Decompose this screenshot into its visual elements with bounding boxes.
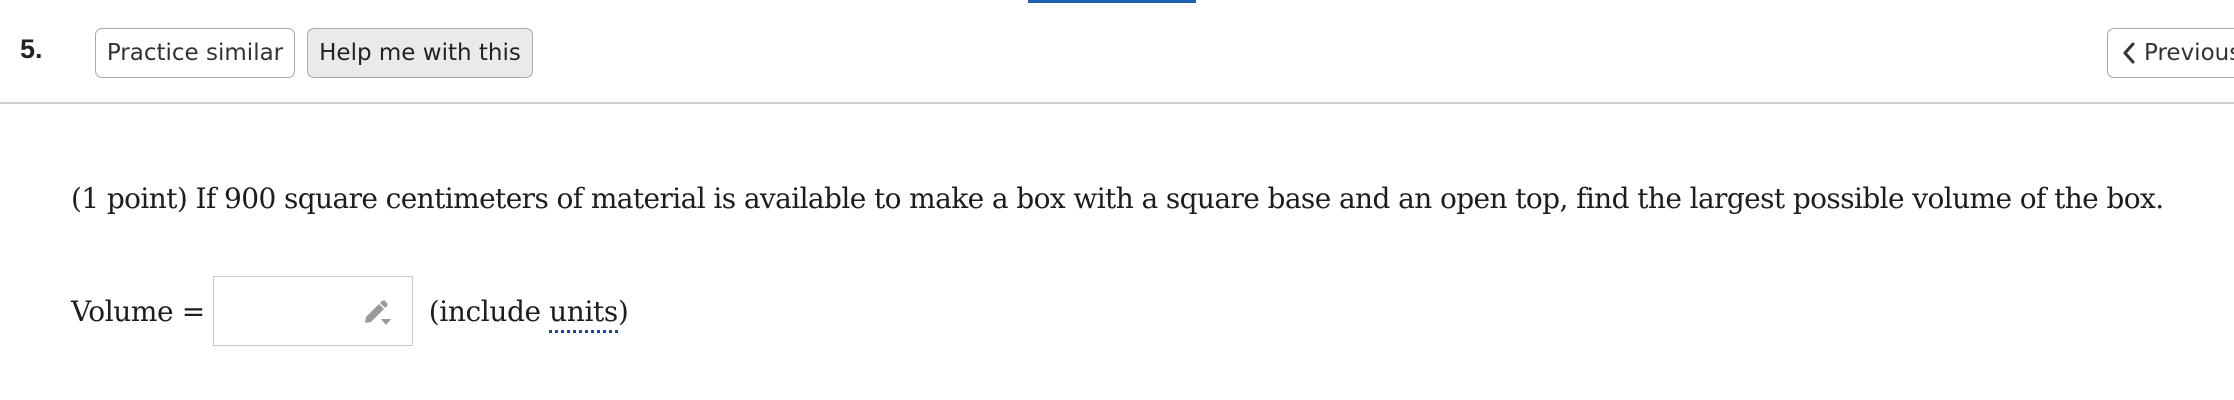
units-help-link[interactable]: units bbox=[549, 294, 618, 333]
volume-answer-field[interactable] bbox=[212, 276, 413, 346]
units-prefix: (include bbox=[428, 294, 550, 328]
answer-row: Volume = (include units) bbox=[71, 276, 629, 346]
pencil-icon[interactable] bbox=[360, 297, 394, 327]
problem-number: 5. bbox=[20, 34, 43, 64]
practice-similar-button[interactable]: Practice similar bbox=[95, 28, 295, 78]
units-suffix: ) bbox=[617, 294, 629, 328]
practice-similar-label: Practice similar bbox=[106, 40, 284, 66]
problem-header: 5. Practice similar Help me with this Pr… bbox=[0, 0, 2234, 104]
chevron-left-icon bbox=[2123, 42, 2135, 64]
help-me-button[interactable]: Help me with this bbox=[307, 28, 533, 78]
previous-label: Previous bbox=[2144, 40, 2234, 66]
volume-input[interactable] bbox=[213, 277, 384, 343]
help-me-label: Help me with this bbox=[319, 40, 521, 66]
volume-label: Volume = bbox=[71, 294, 205, 328]
previous-button[interactable]: Previous bbox=[2107, 28, 2234, 78]
units-hint: (include units) bbox=[428, 294, 629, 333]
problem-statement: (1 point) If 900 square centimeters of m… bbox=[71, 182, 2164, 215]
